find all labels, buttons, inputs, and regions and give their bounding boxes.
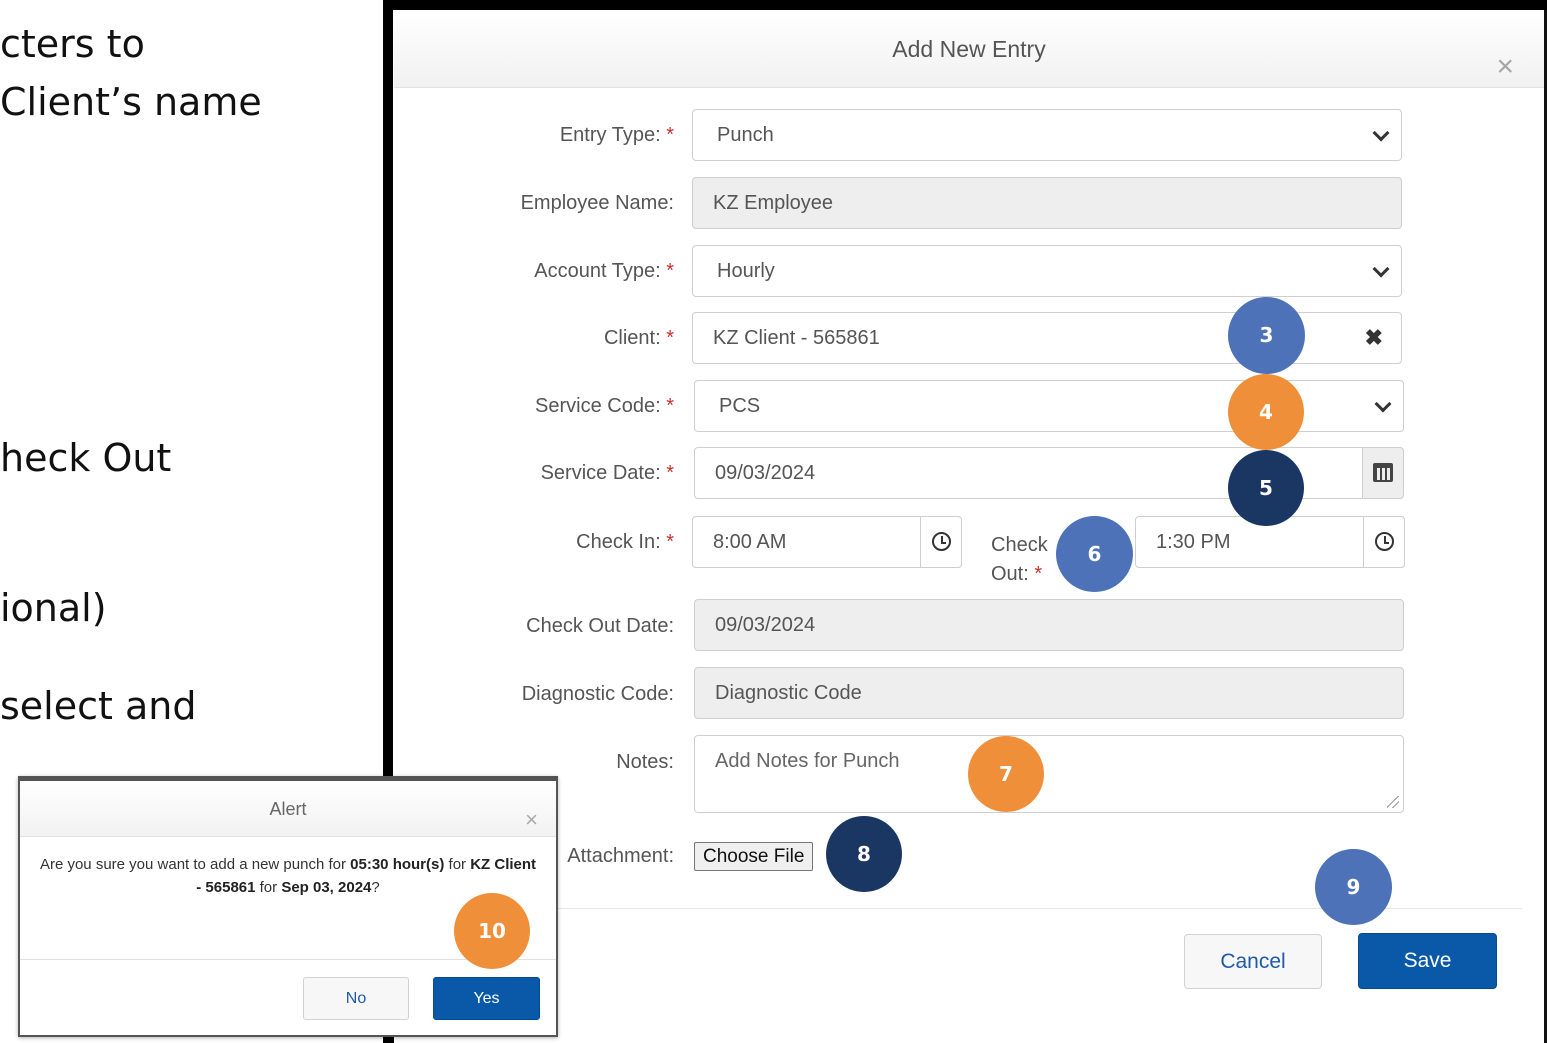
check-out-label-line2: Out: *	[991, 560, 1048, 589]
alert-message-prefix: Are you sure you want to add a new punch…	[39, 856, 351, 873]
instruction-fragment-2: Client’s name	[0, 80, 262, 124]
check-out-time-button[interactable]	[1363, 516, 1405, 568]
modal-header: Add New Entry ×	[394, 10, 1544, 88]
client-label-text: Client:	[603, 327, 661, 349]
diagnostic-code-field[interactable]: Diagnostic Code	[694, 667, 1404, 719]
required-mark: *	[666, 395, 674, 417]
close-icon[interactable]: ×	[1496, 52, 1514, 82]
entry-type-select[interactable]: Punch	[692, 109, 1402, 161]
entry-type-label-text: Entry Type:	[559, 124, 661, 146]
alert-message-suffix: ?	[371, 879, 380, 896]
alert-header: Alert ×	[20, 781, 556, 837]
notes-label: Notes:	[616, 751, 674, 773]
check-out-label-line1: Check	[991, 534, 1048, 556]
entry-type-label: Entry Type: *	[560, 124, 674, 147]
step-badge-10: 10	[454, 893, 530, 969]
service-code-value: PCS	[719, 395, 761, 417]
required-mark: *	[666, 462, 674, 484]
alert-message: Are you sure you want to add a new punch…	[38, 853, 538, 899]
clock-icon	[1375, 532, 1394, 551]
account-type-label-text: Account Type:	[534, 260, 661, 282]
check-out-value: 1:30 PM	[1156, 531, 1231, 553]
no-button[interactable]: No	[303, 977, 409, 1020]
step-badge-4: 4	[1228, 374, 1304, 450]
step-badge-5: 5	[1228, 450, 1304, 526]
service-date-value: 09/03/2024	[715, 462, 816, 484]
check-in-value: 8:00 AM	[713, 531, 787, 553]
step-badge-6: 6	[1056, 516, 1133, 592]
cancel-button[interactable]: Cancel	[1184, 934, 1322, 989]
chevron-down-icon	[1374, 395, 1392, 413]
clear-icon[interactable]: ✖	[1365, 313, 1383, 363]
alert-message-mid2: for	[255, 879, 282, 896]
chevron-down-icon	[1372, 260, 1390, 278]
service-date-label: Service Date: *	[541, 462, 674, 485]
instruction-fragment-5: select and	[0, 684, 197, 728]
instruction-fragment-3: heck Out	[0, 436, 172, 480]
notes-textarea[interactable]: Add Notes for Punch	[694, 735, 1404, 813]
step-badge-7: 7	[968, 736, 1044, 812]
step-badge-9: 9	[1315, 849, 1392, 925]
check-in-label: Check In: *	[576, 531, 674, 554]
check-out-date-field: 09/03/2024	[694, 599, 1404, 651]
calendar-button[interactable]	[1362, 447, 1404, 499]
step-badge-8: 8	[826, 816, 902, 892]
step-badge-3: 3	[1228, 297, 1305, 374]
notes-placeholder: Add Notes for Punch	[715, 750, 900, 772]
check-in-input[interactable]: 8:00 AM	[692, 516, 962, 568]
account-type-value: Hourly	[717, 260, 775, 282]
client-value: KZ Client - 565861	[713, 327, 880, 349]
attachment-label: Attachment:	[567, 845, 674, 867]
employee-name-field: KZ Employee	[692, 177, 1402, 229]
check-out-label-text: Out:	[991, 563, 1029, 585]
instruction-fragment-1: cters to	[0, 22, 145, 66]
diagnostic-code-label: Diagnostic Code:	[521, 683, 674, 705]
client-label: Client: *	[604, 327, 674, 350]
check-out-date-label: Check Out Date:	[526, 615, 674, 637]
required-mark: *	[666, 531, 674, 553]
check-in-label-text: Check In:	[576, 531, 661, 553]
clock-icon	[932, 532, 951, 551]
modal-title: Add New Entry	[892, 36, 1046, 62]
service-code-label-text: Service Code:	[535, 395, 661, 417]
yes-button[interactable]: Yes	[433, 977, 540, 1020]
account-type-select[interactable]: Hourly	[692, 245, 1402, 297]
entry-type-value: Punch	[717, 124, 774, 146]
account-type-label: Account Type: *	[534, 260, 674, 283]
required-mark: *	[666, 327, 674, 349]
screenshot-page: cters to Client’s name heck Out ional) s…	[0, 0, 1547, 1043]
required-mark: *	[666, 260, 674, 282]
resize-grip-icon[interactable]	[1387, 796, 1399, 808]
service-date-label-text: Service Date:	[540, 462, 661, 484]
check-in-time-button[interactable]	[920, 516, 962, 568]
alert-message-mid: for	[444, 856, 471, 873]
choose-file-button[interactable]: Choose File	[694, 842, 814, 871]
check-out-label: Check Out: *	[991, 531, 1048, 589]
required-mark: *	[1034, 563, 1043, 585]
employee-name-label: Employee Name:	[520, 192, 674, 214]
instruction-fragment-4: ional)	[0, 586, 107, 630]
alert-date: Sep 03, 2024	[281, 879, 372, 896]
chevron-down-icon	[1372, 124, 1390, 142]
close-icon[interactable]: ×	[525, 809, 538, 831]
service-code-label: Service Code: *	[535, 395, 674, 418]
alert-hours: 05:30 hour(s)	[350, 856, 445, 873]
calendar-icon	[1373, 463, 1393, 482]
save-button[interactable]: Save	[1358, 933, 1497, 989]
required-mark: *	[666, 124, 674, 146]
alert-title: Alert	[269, 799, 307, 819]
